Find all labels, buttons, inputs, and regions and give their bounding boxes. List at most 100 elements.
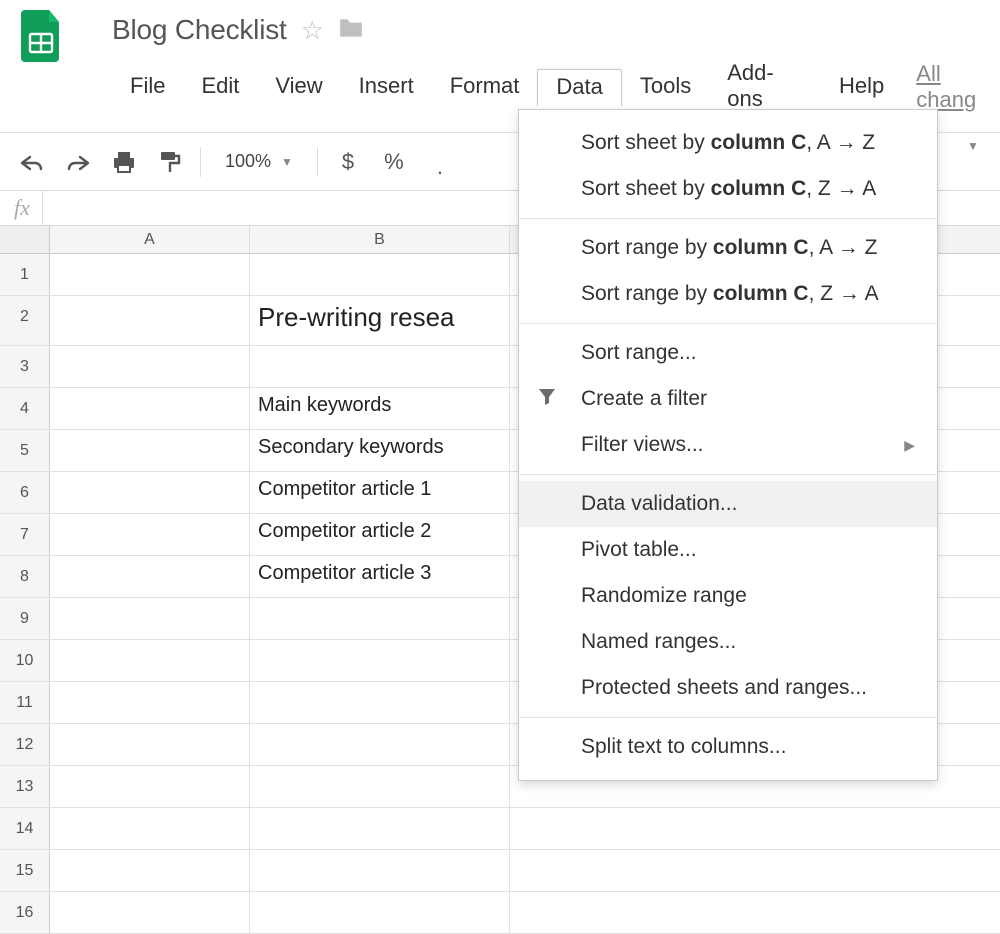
row-header[interactable]: 3 [0, 346, 50, 387]
row-header[interactable]: 4 [0, 388, 50, 429]
cell-b4[interactable]: Main keywords [250, 388, 510, 429]
menu-split-text[interactable]: Split text to columns... [519, 724, 937, 770]
row-header[interactable]: 1 [0, 254, 50, 295]
cell[interactable] [50, 514, 250, 555]
cell[interactable] [50, 388, 250, 429]
row-header[interactable]: 14 [0, 808, 50, 849]
menu-view[interactable]: View [257, 69, 340, 105]
cell[interactable] [250, 724, 510, 765]
cell[interactable] [50, 724, 250, 765]
menu-protected-sheets[interactable]: Protected sheets and ranges... [519, 665, 937, 711]
cell[interactable] [50, 430, 250, 471]
cell[interactable] [250, 346, 510, 387]
row-header[interactable]: 5 [0, 430, 50, 471]
cell-b8[interactable]: Competitor article 3 [250, 556, 510, 597]
menu-sort-range-az[interactable]: Sort range by column C, A → Z [519, 225, 937, 271]
fx-separator [42, 191, 43, 225]
print-button[interactable] [104, 144, 144, 180]
column-header-b[interactable]: B [250, 226, 510, 253]
row-header[interactable]: 6 [0, 472, 50, 513]
menu-tools[interactable]: Tools [622, 69, 709, 105]
cell[interactable] [50, 346, 250, 387]
row-header[interactable]: 9 [0, 598, 50, 639]
menu-separator [519, 218, 937, 219]
row-header[interactable]: 13 [0, 766, 50, 807]
toolbar-overflow-button[interactable]: ▼ [956, 128, 990, 164]
menu-edit[interactable]: Edit [183, 69, 257, 105]
title-row: Blog Checklist ☆ [0, 8, 1000, 46]
cell[interactable] [50, 892, 250, 933]
cell[interactable] [250, 850, 510, 891]
paint-format-button[interactable] [150, 144, 190, 180]
row-header[interactable]: 10 [0, 640, 50, 681]
select-all-corner[interactable] [0, 226, 50, 253]
folder-icon[interactable] [338, 17, 364, 43]
cell[interactable] [50, 598, 250, 639]
cell-b7[interactable]: Competitor article 2 [250, 514, 510, 555]
cell-b5[interactable]: Secondary keywords [250, 430, 510, 471]
cell[interactable] [50, 640, 250, 681]
cell[interactable] [250, 766, 510, 807]
chevron-down-icon: ▼ [967, 139, 979, 153]
cell[interactable] [250, 682, 510, 723]
cell[interactable] [50, 472, 250, 513]
menu-data-validation[interactable]: Data validation... [519, 481, 937, 527]
format-currency-button[interactable]: $ [328, 144, 368, 180]
format-percent-button[interactable]: % [374, 144, 414, 180]
cell[interactable] [50, 850, 250, 891]
menu-filter-views[interactable]: Filter views... ▶ [519, 422, 937, 468]
menu-named-ranges[interactable]: Named ranges... [519, 619, 937, 665]
menu-create-filter[interactable]: Create a filter [519, 376, 937, 422]
menu-format[interactable]: Format [432, 69, 538, 105]
cell[interactable] [250, 640, 510, 681]
cell[interactable] [250, 598, 510, 639]
cell[interactable] [50, 296, 250, 345]
cell[interactable] [250, 892, 510, 933]
cell[interactable] [50, 808, 250, 849]
menu-insert[interactable]: Insert [341, 69, 432, 105]
menu-separator [519, 323, 937, 324]
chevron-down-icon: ▼ [281, 155, 293, 169]
menu-sort-sheet-za[interactable]: Sort sheet by column C, Z → A [519, 166, 937, 212]
redo-button[interactable] [58, 144, 98, 180]
menu-sort-range-za[interactable]: Sort range by column C, Z → A [519, 271, 937, 317]
fx-label: fx [6, 195, 38, 221]
cell[interactable] [50, 254, 250, 295]
cell[interactable] [250, 808, 510, 849]
toolbar-separator [200, 147, 201, 177]
menu-data[interactable]: Data [537, 69, 621, 106]
row-header[interactable]: 15 [0, 850, 50, 891]
menu-sort-sheet-az[interactable]: Sort sheet by column C, A → Z [519, 120, 937, 166]
star-icon[interactable]: ☆ [301, 17, 324, 43]
menu-separator [519, 474, 937, 475]
filter-icon [537, 386, 557, 412]
menu-help[interactable]: Help [821, 69, 902, 105]
cell[interactable] [50, 682, 250, 723]
undo-button[interactable] [12, 144, 52, 180]
row-header[interactable]: 8 [0, 556, 50, 597]
cell[interactable] [50, 766, 250, 807]
zoom-dropdown[interactable]: 100% ▼ [211, 151, 307, 172]
menu-separator [519, 717, 937, 718]
row-header[interactable]: 12 [0, 724, 50, 765]
document-title[interactable]: Blog Checklist [112, 14, 287, 46]
logo-and-title-wrapper [18, 12, 78, 60]
menu-randomize-range[interactable]: Randomize range [519, 573, 937, 619]
save-status[interactable]: All chang [916, 61, 1000, 113]
format-decimal-button[interactable]: . [420, 144, 460, 180]
submenu-arrow-icon: ▶ [904, 437, 915, 454]
column-header-a[interactable]: A [50, 226, 250, 253]
cell[interactable] [250, 254, 510, 295]
menu-sort-range[interactable]: Sort range... [519, 330, 937, 376]
row-header[interactable]: 7 [0, 514, 50, 555]
cell-b2[interactable]: Pre-writing resea [250, 296, 510, 345]
row-header[interactable]: 16 [0, 892, 50, 933]
sheets-logo-icon[interactable] [18, 12, 66, 60]
row-header[interactable]: 11 [0, 682, 50, 723]
cell[interactable] [50, 556, 250, 597]
menu-pivot-table[interactable]: Pivot table... [519, 527, 937, 573]
cell-b6[interactable]: Competitor article 1 [250, 472, 510, 513]
menu-file[interactable]: File [112, 69, 183, 105]
toolbar-separator [317, 147, 318, 177]
row-header[interactable]: 2 [0, 296, 50, 345]
